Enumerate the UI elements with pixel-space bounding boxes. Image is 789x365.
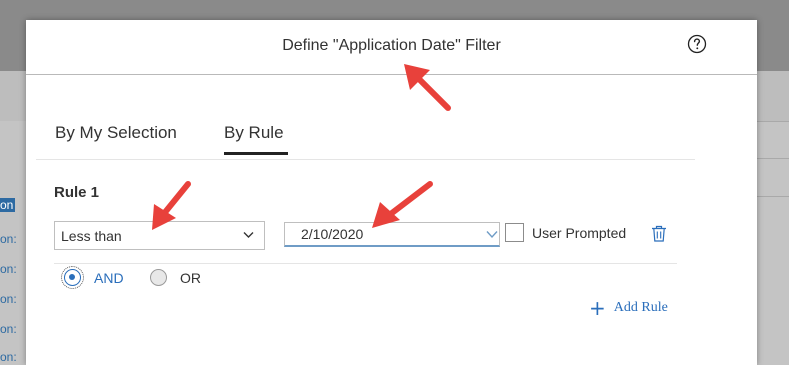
annotation-arrow <box>152 181 191 230</box>
annotation-arrow <box>372 181 433 228</box>
trash-icon[interactable] <box>651 225 667 242</box>
background-text-fragment: on: <box>0 292 17 306</box>
help-circle-icon[interactable] <box>687 34 707 54</box>
plus-icon: + <box>589 296 606 320</box>
background-text-fragment: on: <box>0 350 17 364</box>
background-text-fragment: on <box>0 198 16 212</box>
user-prompted-checkbox[interactable] <box>505 223 524 242</box>
rule-title: Rule 1 <box>54 184 100 201</box>
operator-select-value: Less than <box>61 228 122 244</box>
chevron-down-icon <box>243 232 254 238</box>
annotation-arrow <box>404 64 451 111</box>
tab-bar: By My Selection By Rule <box>36 123 695 160</box>
background-text-fragment: on: <box>0 322 17 336</box>
or-radio-label[interactable]: OR <box>180 270 201 286</box>
user-prompted-label: User Prompted <box>532 225 627 241</box>
add-rule-label: Add Rule <box>613 300 668 315</box>
chevron-down-icon[interactable] <box>486 230 498 239</box>
dialog-header: Define "Application Date" Filter <box>26 20 757 75</box>
date-value-text: 2/10/2020 <box>301 226 364 242</box>
and-radio-label[interactable]: AND <box>94 270 124 286</box>
background-divider <box>757 158 789 159</box>
dialog-title: Define "Application Date" Filter <box>282 37 501 54</box>
background-text-fragment: on: <box>0 262 17 276</box>
background-divider <box>757 121 789 122</box>
background-text-fragment: on: <box>0 232 17 246</box>
background-divider <box>757 196 789 197</box>
tab-by-rule[interactable]: By Rule <box>224 123 288 155</box>
tab-by-my-selection[interactable]: By My Selection <box>55 123 177 153</box>
and-radio[interactable] <box>61 266 84 289</box>
add-rule-button[interactable]: + Add Rule <box>589 298 668 318</box>
or-radio[interactable] <box>150 269 167 286</box>
rule-row-divider <box>54 263 677 264</box>
